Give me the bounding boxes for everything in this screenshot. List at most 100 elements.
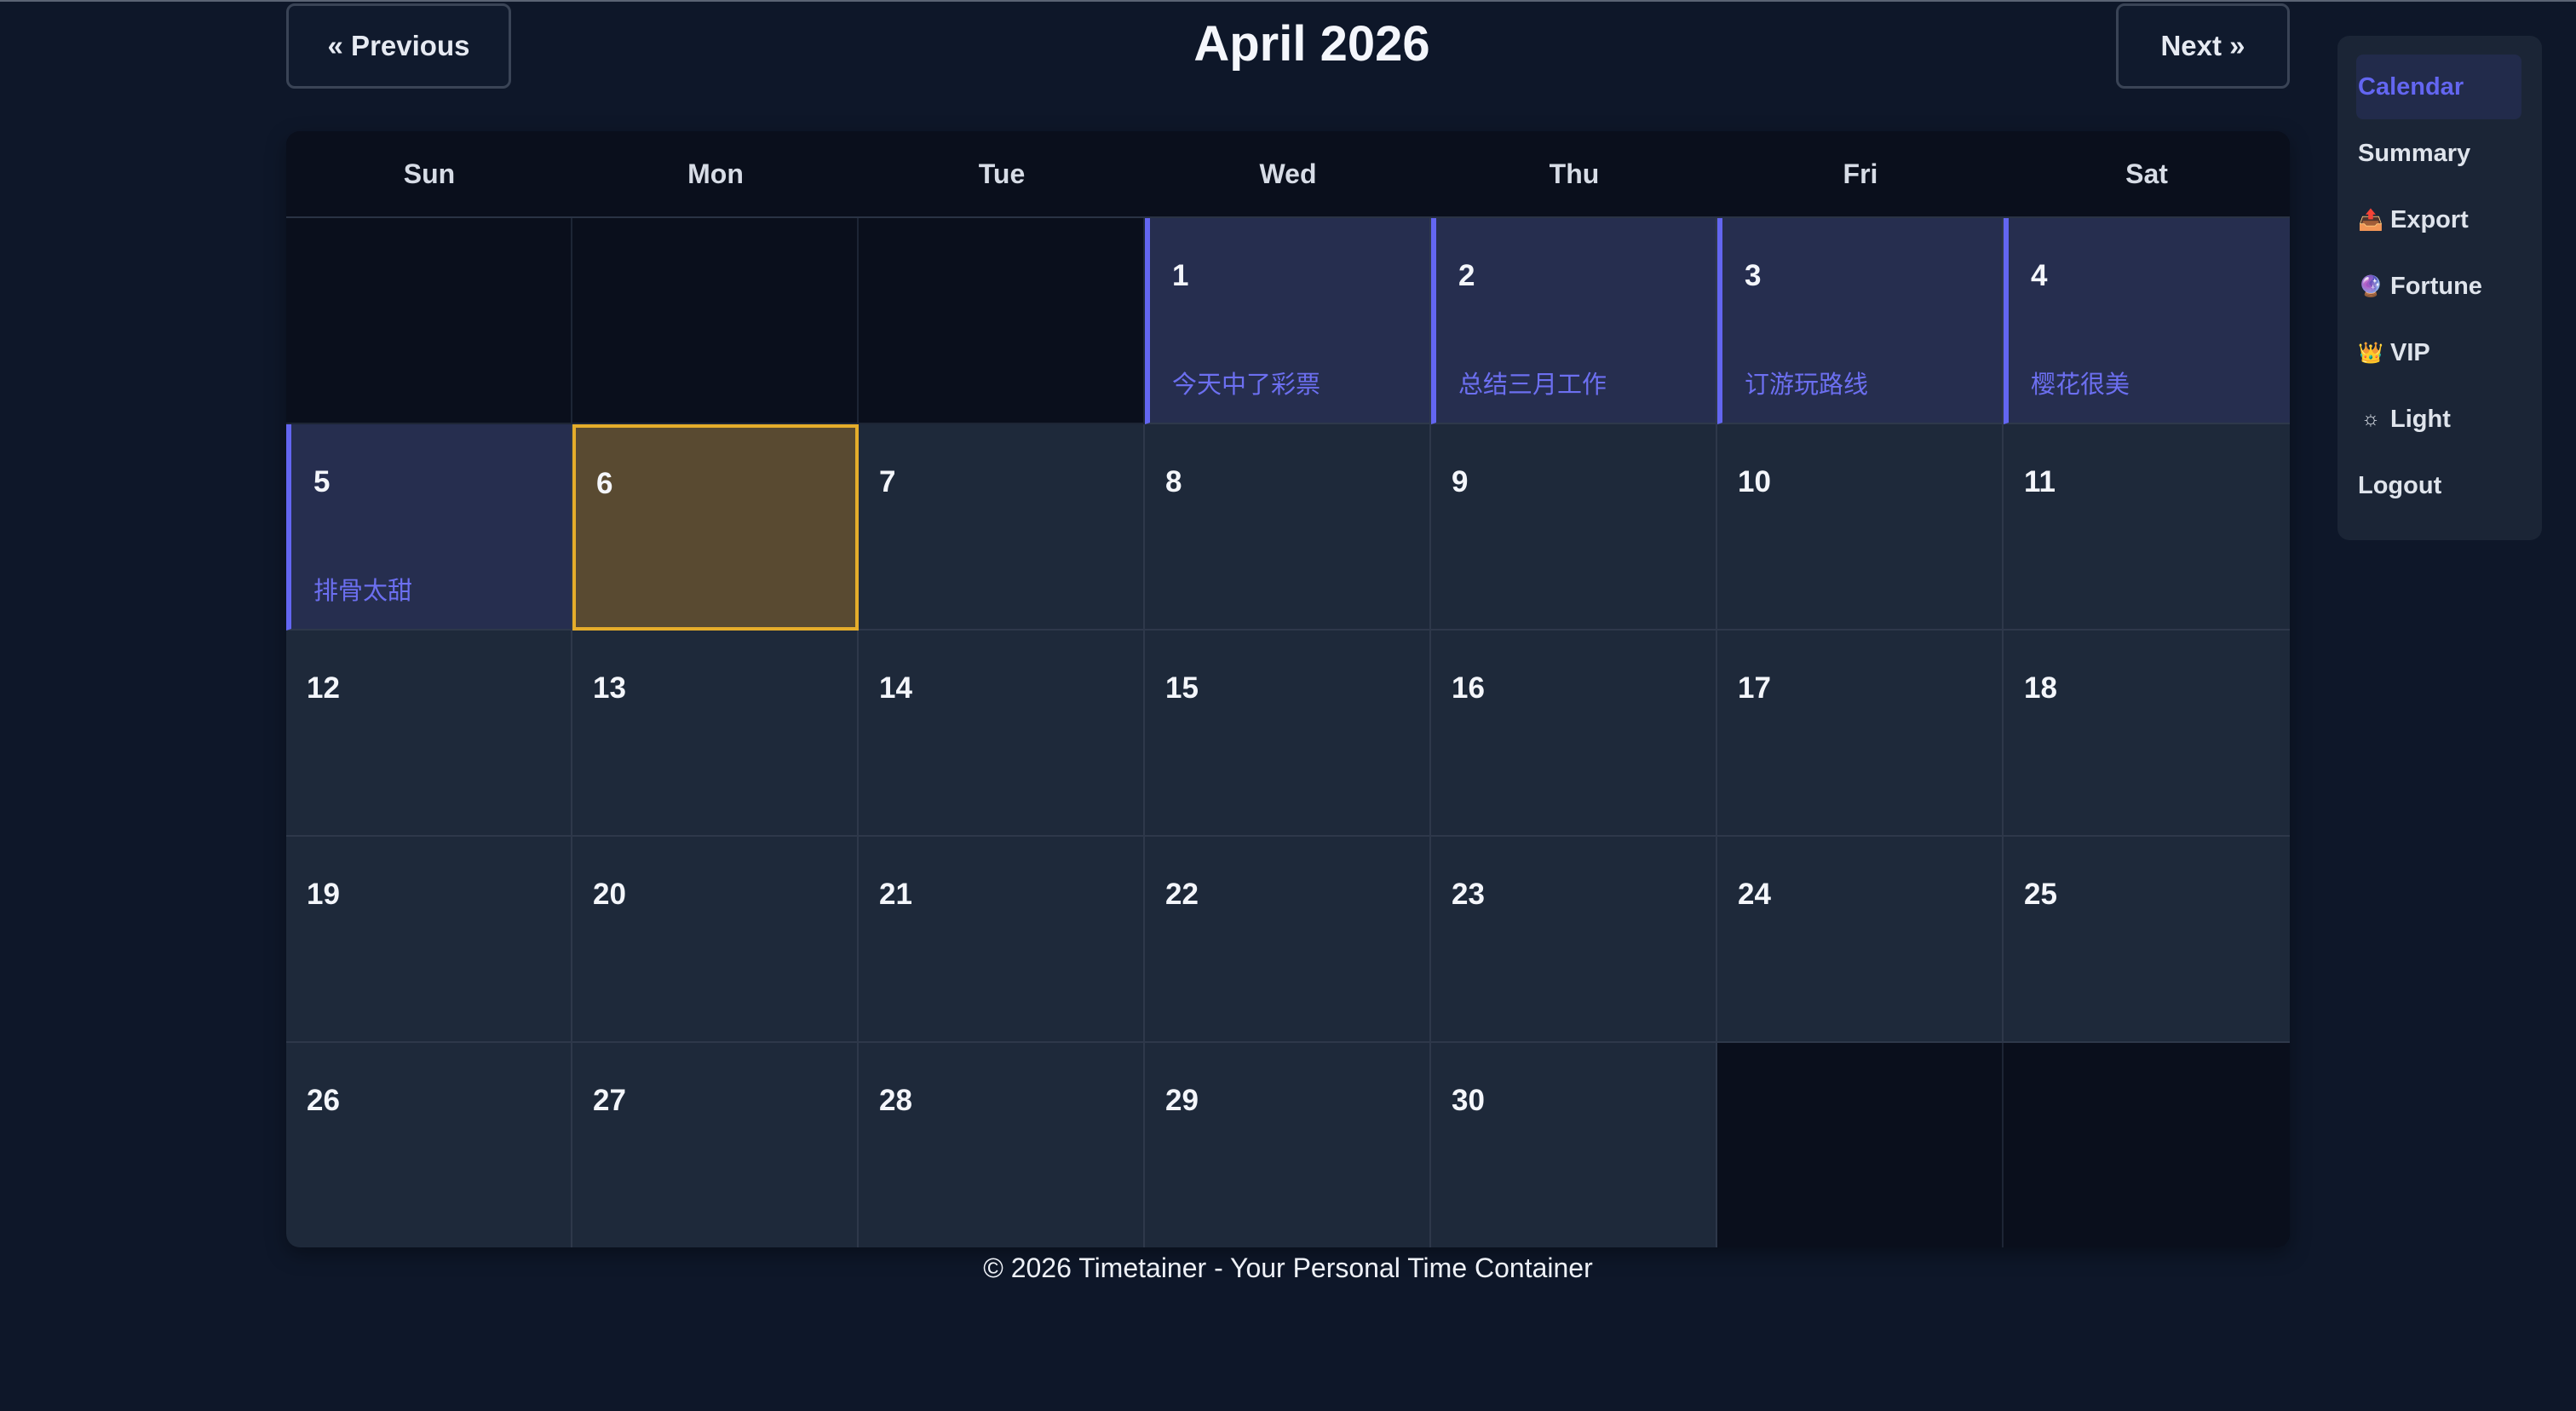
outbox-tray-icon: 📤	[2358, 208, 2383, 232]
window-top-edge	[0, 0, 2576, 2]
empty-day-cell	[1717, 1043, 2004, 1247]
side-menu: Calendar Summary 📤 Export 🔮 Fortune 👑 VIP ☼ Light…	[2337, 36, 2542, 540]
menu-item-logout[interactable]: Logout	[2358, 453, 2521, 518]
day-entry-preview: 排骨太甜	[313, 576, 413, 605]
day-number: 20	[593, 878, 626, 911]
day-number: 6	[596, 467, 613, 500]
day-cell-18[interactable]: 18	[2004, 631, 2290, 837]
day-cell-1[interactable]: 1 今天中了彩票	[1145, 218, 1431, 424]
day-number: 14	[879, 671, 912, 705]
day-cell-27[interactable]: 27	[572, 1043, 859, 1247]
day-number: 2	[1458, 259, 1475, 292]
footer-copyright: © 2026 Timetainer - Your Personal Time C…	[983, 1253, 1593, 1283]
empty-day-cell	[572, 218, 859, 424]
day-cell-12[interactable]: 12	[286, 631, 572, 837]
calendar-grid: Sun Mon Tue Wed Thu Fri Sat 1 今天中了彩票 2 总结三月工作 3 订游玩…	[286, 131, 2290, 1247]
day-cell-9[interactable]: 9	[1431, 424, 1717, 631]
day-cell-21[interactable]: 21	[859, 837, 1145, 1043]
day-number: 23	[1452, 878, 1485, 911]
day-cell-10[interactable]: 10	[1717, 424, 2004, 631]
day-number: 29	[1165, 1084, 1199, 1117]
empty-day-cell	[859, 218, 1145, 424]
day-number: 13	[593, 671, 626, 705]
menu-item-label: Export	[2390, 205, 2469, 233]
menu-item-export[interactable]: 📤 Export	[2358, 187, 2521, 252]
weekday-wed: Wed	[1259, 158, 1317, 189]
day-number: 4	[2031, 259, 2048, 292]
day-number: 12	[307, 671, 340, 705]
day-number: 11	[2024, 465, 2056, 498]
day-number: 7	[879, 465, 896, 498]
menu-item-fortune[interactable]: 🔮 Fortune	[2358, 254, 2521, 319]
menu-item-label: Light	[2390, 405, 2451, 433]
sun-icon: ☼	[2361, 407, 2380, 430]
weekday-mon: Mon	[687, 158, 744, 189]
previous-month-button[interactable]: « Previous	[286, 3, 511, 89]
day-number: 18	[2024, 671, 2057, 705]
empty-day-cell	[286, 218, 572, 424]
day-cell-26[interactable]: 26	[286, 1043, 572, 1247]
day-cell-15[interactable]: 15	[1145, 631, 1431, 837]
day-cell-5[interactable]: 5 排骨太甜	[286, 424, 572, 631]
day-entry-preview: 樱花很美	[2031, 370, 2130, 399]
day-entry-preview: 今天中了彩票	[1172, 370, 1321, 399]
menu-item-light[interactable]: ☼ Light	[2358, 387, 2521, 452]
day-number: 22	[1165, 878, 1199, 911]
day-cell-19[interactable]: 19	[286, 837, 572, 1043]
day-number: 10	[1738, 465, 1771, 498]
weekday-sun: Sun	[403, 158, 456, 189]
day-number: 3	[1745, 259, 1762, 292]
month-title: April 2026	[1193, 16, 1430, 72]
day-cell-2[interactable]: 2 总结三月工作	[1431, 218, 1717, 424]
day-number: 16	[1452, 671, 1485, 705]
day-cell-6[interactable]: 6	[572, 424, 859, 631]
day-cell-14[interactable]: 14	[859, 631, 1145, 837]
weekday-thu: Thu	[1549, 158, 1600, 189]
day-cell-4[interactable]: 4 樱花很美	[2004, 218, 2290, 424]
menu-item-label: Calendar	[2358, 72, 2464, 101]
day-number: 28	[879, 1084, 912, 1117]
menu-item-label: Fortune	[2390, 272, 2482, 300]
day-cell-3[interactable]: 3 订游玩路线	[1717, 218, 2004, 424]
weekday-sat: Sat	[2125, 158, 2168, 189]
day-cell-23[interactable]: 23	[1431, 837, 1717, 1043]
day-number: 25	[2024, 878, 2057, 911]
day-number: 26	[307, 1084, 340, 1117]
day-cell-7[interactable]: 7	[859, 424, 1145, 631]
day-cell-11[interactable]: 11	[2004, 424, 2290, 631]
day-cell-25[interactable]: 25	[2004, 837, 2290, 1043]
day-cell-20[interactable]: 20	[572, 837, 859, 1043]
day-cell-13[interactable]: 13	[572, 631, 859, 837]
day-number: 17	[1738, 671, 1771, 705]
day-cells: 1 今天中了彩票 2 总结三月工作 3 订游玩路线 4 樱花很美 5 排骨太甜 6 7 8 9 10 11 12…	[286, 218, 2290, 1247]
menu-item-label: Summary	[2358, 139, 2471, 167]
day-number: 30	[1452, 1084, 1485, 1117]
next-month-button[interactable]: Next »	[2116, 3, 2290, 89]
menu-item-label: VIP	[2390, 338, 2430, 366]
day-cell-17[interactable]: 17	[1717, 631, 2004, 837]
empty-day-cell	[2004, 1043, 2290, 1247]
day-cell-16[interactable]: 16	[1431, 631, 1717, 837]
day-cell-29[interactable]: 29	[1145, 1043, 1431, 1247]
day-number: 5	[313, 465, 331, 498]
weekday-header-row: Sun Mon Tue Wed Thu Fri Sat	[286, 131, 2290, 218]
day-number: 27	[593, 1084, 626, 1117]
day-cell-24[interactable]: 24	[1717, 837, 2004, 1043]
day-cell-22[interactable]: 22	[1145, 837, 1431, 1043]
menu-item-vip[interactable]: 👑 VIP	[2358, 320, 2521, 385]
day-cell-30[interactable]: 30	[1431, 1043, 1717, 1247]
crown-icon: 👑	[2358, 341, 2383, 365]
day-cell-8[interactable]: 8	[1145, 424, 1431, 631]
day-number: 15	[1165, 671, 1199, 705]
day-number: 1	[1172, 259, 1189, 292]
day-entry-preview: 总结三月工作	[1458, 370, 1607, 399]
weekday-tue: Tue	[978, 158, 1026, 189]
weekday-fri: Fri	[1843, 158, 1878, 189]
menu-item-calendar[interactable]: Calendar	[2356, 55, 2521, 119]
menu-item-label: Logout	[2358, 471, 2442, 499]
menu-item-summary[interactable]: Summary	[2358, 121, 2521, 186]
day-entry-preview: 订游玩路线	[1745, 370, 1869, 399]
day-number: 9	[1452, 465, 1469, 498]
day-number: 21	[879, 878, 912, 911]
day-cell-28[interactable]: 28	[859, 1043, 1145, 1247]
